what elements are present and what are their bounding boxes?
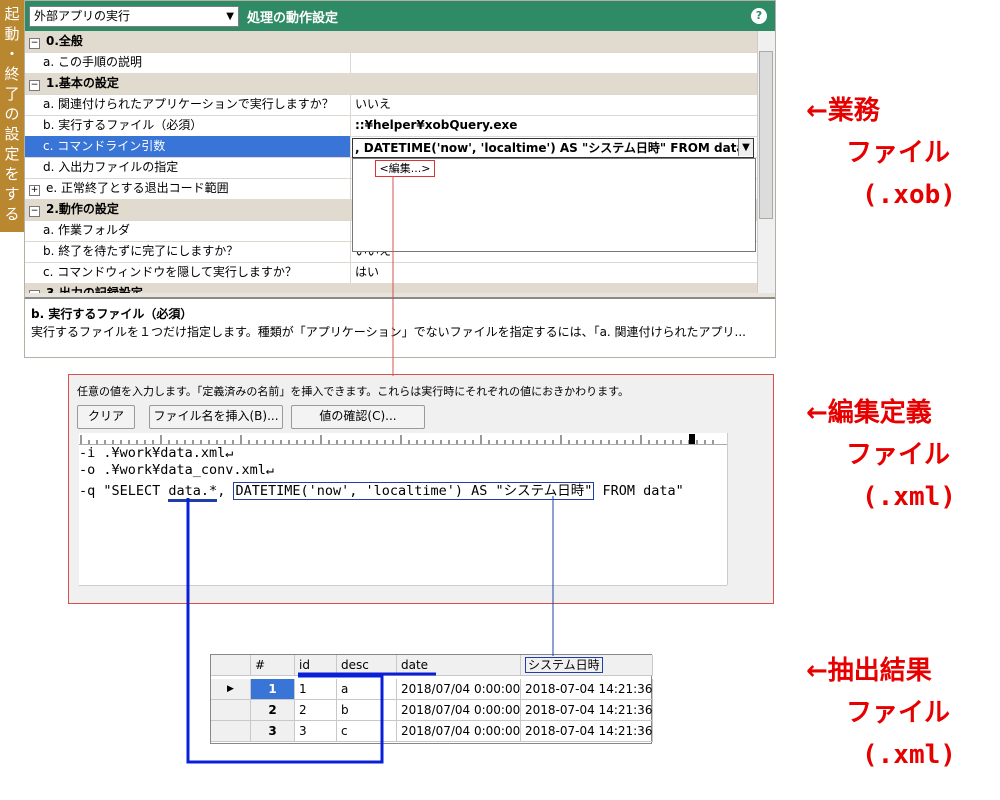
data-star-connector	[186, 498, 384, 764]
connector-lines	[186, 176, 554, 764]
